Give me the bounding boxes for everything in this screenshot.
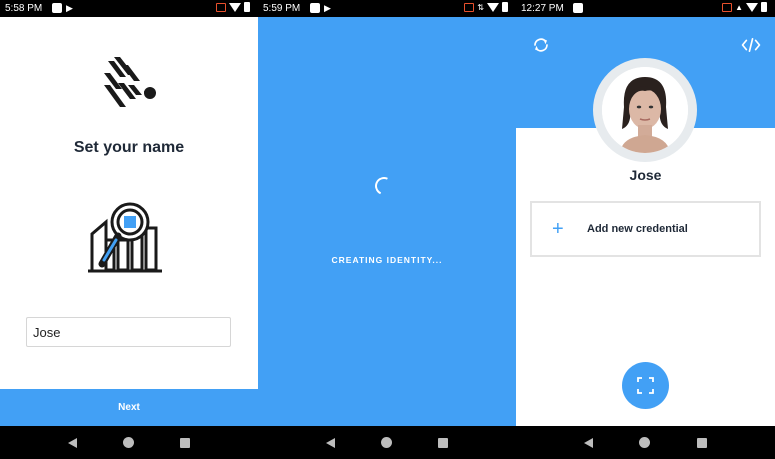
recents-icon[interactable] xyxy=(180,437,190,448)
recents-icon[interactable] xyxy=(438,437,448,448)
profile-screen: 12:27 PM ▲ Jose + Add new credential xyxy=(516,0,775,459)
home-icon[interactable] xyxy=(381,437,392,448)
page-title: Set your name xyxy=(73,139,185,156)
wifi-icon xyxy=(487,2,499,12)
back-icon[interactable] xyxy=(584,437,594,448)
cast-icon xyxy=(722,2,733,12)
status-system-icons xyxy=(216,2,250,12)
wifi-icon xyxy=(229,2,241,12)
battery-icon xyxy=(502,2,508,12)
add-credential-button[interactable]: + Add new credential xyxy=(530,201,761,257)
status-notification-icons: ▶ xyxy=(310,3,331,13)
status-notification-icons xyxy=(573,3,583,13)
cast-icon xyxy=(216,2,226,12)
next-button[interactable]: Next xyxy=(0,389,258,426)
status-time: 12:27 PM xyxy=(521,3,564,14)
sync-icon[interactable] xyxy=(532,36,550,54)
zebra-logo-icon xyxy=(104,57,156,107)
loading-content: CREATING IDENTITY... xyxy=(258,17,516,426)
status-time: 5:58 PM xyxy=(5,3,43,14)
loading-text: CREATING IDENTITY... xyxy=(331,255,443,265)
recents-icon[interactable] xyxy=(696,437,707,448)
scan-button[interactable] xyxy=(622,362,669,409)
set-name-screen: 5:58 PM ▶ Set your name Jose Next xyxy=(0,0,258,459)
set-name-content: Set your name xyxy=(0,17,258,389)
status-notification-icons: ▶ xyxy=(52,3,73,13)
status-bar: 12:27 PM ▲ xyxy=(516,0,775,17)
battery-icon xyxy=(244,2,250,12)
play-store-icon: ▶ xyxy=(324,3,331,13)
data-icon: ▲ xyxy=(735,2,743,12)
back-icon[interactable] xyxy=(326,437,335,448)
search-chart-icon xyxy=(88,202,162,273)
wifi-icon xyxy=(746,2,758,12)
loading-spinner-icon xyxy=(372,174,396,198)
android-nav-bar xyxy=(258,426,516,459)
status-bar: 5:59 PM ▶ ⇅ xyxy=(258,0,516,17)
avatar xyxy=(602,67,688,153)
plus-icon: + xyxy=(552,218,564,240)
name-input[interactable] xyxy=(26,317,231,347)
play-store-icon: ▶ xyxy=(66,3,73,13)
scan-icon xyxy=(637,377,654,394)
notification-icon xyxy=(573,3,583,13)
data-icon: ⇅ xyxy=(477,2,484,12)
battery-icon xyxy=(761,2,767,12)
back-icon[interactable] xyxy=(68,437,77,448)
status-bar: 5:58 PM ▶ xyxy=(0,0,258,17)
user-name: Jose xyxy=(629,167,662,183)
avatar-portrait-icon xyxy=(602,67,688,153)
cast-icon xyxy=(464,2,475,12)
status-time: 5:59 PM xyxy=(263,3,301,14)
notification-icon xyxy=(52,3,62,13)
code-icon[interactable] xyxy=(741,36,761,54)
home-icon[interactable] xyxy=(123,437,134,448)
add-credential-label: Add new credential xyxy=(587,223,688,235)
home-icon[interactable] xyxy=(639,437,651,448)
status-system-icons: ⇅ xyxy=(464,2,508,12)
status-system-icons: ▲ xyxy=(722,2,767,12)
creating-identity-screen: 5:59 PM ▶ ⇅ CREATING IDENTITY... xyxy=(258,0,516,459)
notification-icon xyxy=(310,3,320,13)
android-nav-bar xyxy=(516,426,775,459)
android-nav-bar xyxy=(0,426,258,459)
